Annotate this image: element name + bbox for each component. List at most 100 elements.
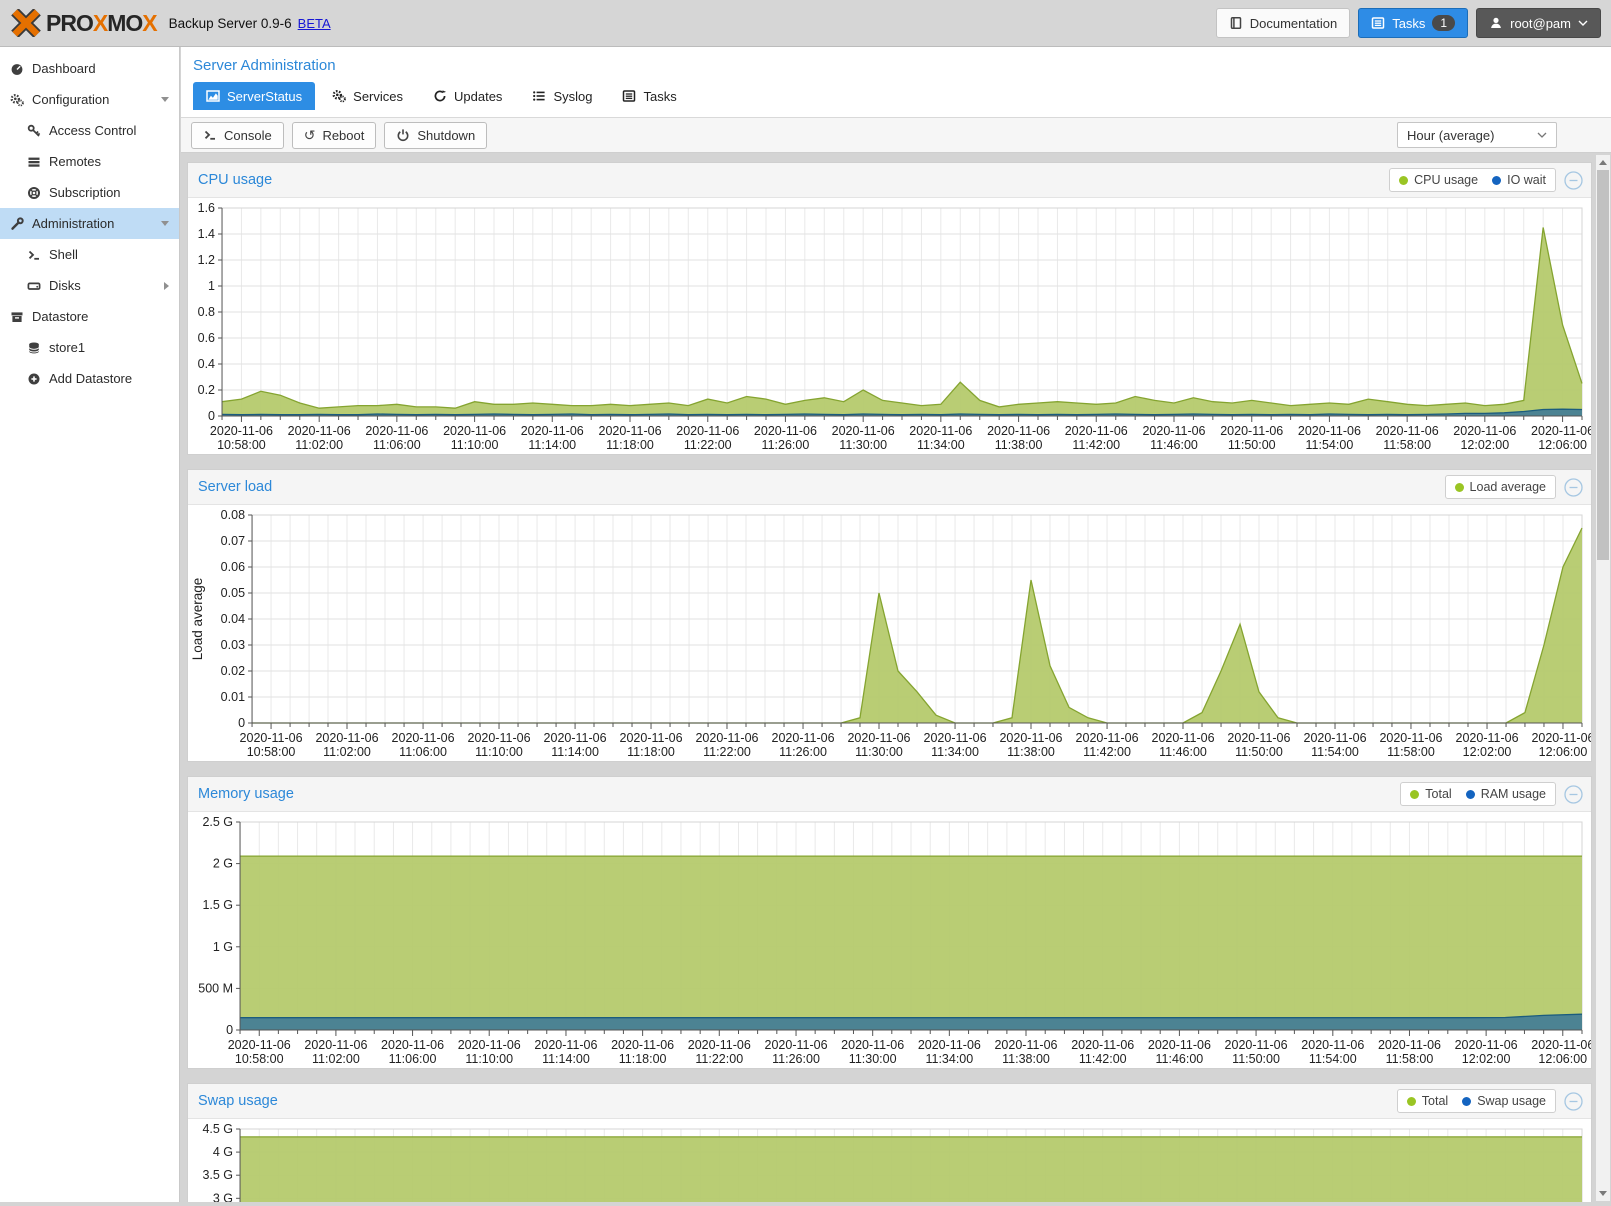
svg-text:0.01: 0.01 xyxy=(221,690,245,704)
tab-serverstatus[interactable]: ServerStatus xyxy=(193,82,315,110)
collapse-icon[interactable] xyxy=(1564,171,1583,190)
topbar: PROXMOX Backup Server 0.9-6 BETA Documen… xyxy=(0,0,1611,47)
svg-text:4 G: 4 G xyxy=(213,1145,233,1159)
shutdown-button[interactable]: Shutdown xyxy=(384,122,487,149)
sidebar-item-subscription[interactable]: Subscription xyxy=(0,177,179,208)
chevron-down-icon xyxy=(1578,20,1588,27)
svg-text:11:42:00: 11:42:00 xyxy=(1079,1052,1127,1066)
swap-usage-panel-header: Swap usage Total Swap usage xyxy=(188,1084,1591,1119)
sidebar-item-remotes[interactable]: Remotes xyxy=(0,146,179,177)
sidebar-item-store1[interactable]: store1 xyxy=(0,332,179,363)
collapse-icon[interactable] xyxy=(1564,1092,1583,1111)
panel-title: Server load xyxy=(198,479,272,495)
collapse-caret-icon[interactable] xyxy=(161,221,169,226)
svg-text:11:26:00: 11:26:00 xyxy=(762,438,810,452)
sidebar-item-shell[interactable]: Shell xyxy=(0,239,179,270)
svg-text:0.03: 0.03 xyxy=(221,638,245,652)
chevron-down-icon xyxy=(1537,132,1547,139)
server-list-icon xyxy=(27,155,41,169)
svg-text:3.5 G: 3.5 G xyxy=(202,1168,233,1182)
server-load-panel: Server load Load average 00.010.020.030.… xyxy=(187,469,1592,762)
sidebar-item-dashboard[interactable]: Dashboard xyxy=(0,53,179,84)
expand-caret-icon[interactable] xyxy=(164,282,169,290)
svg-text:2020-11-06: 2020-11-06 xyxy=(228,1038,291,1052)
collapse-icon[interactable] xyxy=(1564,785,1583,804)
scroll-down-arrow-icon[interactable] xyxy=(1596,1186,1610,1201)
sidebar-item-disks[interactable]: Disks xyxy=(0,270,179,301)
console-button[interactable]: Console xyxy=(191,122,284,149)
tab-updates[interactable]: Updates xyxy=(420,82,515,110)
svg-text:11:38:00: 11:38:00 xyxy=(1007,745,1055,759)
sidebar-item-administration[interactable]: Administration xyxy=(0,208,179,239)
sidebar-item-access-control[interactable]: Access Control xyxy=(0,115,179,146)
swap-usage-panel: Swap usage Total Swap usage 0500 M1 G1.5… xyxy=(187,1083,1592,1202)
legend-item: RAM usage xyxy=(1466,787,1546,801)
svg-text:11:58:00: 11:58:00 xyxy=(1386,1052,1434,1066)
main-content: Server Administration ServerStatus Servi… xyxy=(181,47,1611,1206)
reboot-button[interactable]: ↺ Reboot xyxy=(292,122,377,149)
tabbar: ServerStatus Services Updates xyxy=(193,82,1611,110)
svg-text:12:02:00: 12:02:00 xyxy=(1462,1052,1511,1066)
svg-text:2020-11-06: 2020-11-06 xyxy=(1378,1038,1441,1052)
svg-text:2020-11-06: 2020-11-06 xyxy=(924,731,987,745)
vertical-scrollbar[interactable] xyxy=(1596,155,1610,1201)
sidebar-item-configuration[interactable]: Configuration xyxy=(0,84,179,115)
svg-text:0.06: 0.06 xyxy=(221,560,245,574)
tab-syslog[interactable]: Syslog xyxy=(519,82,605,110)
svg-text:2020-11-06: 2020-11-06 xyxy=(1071,1038,1134,1052)
svg-text:11:42:00: 11:42:00 xyxy=(1083,745,1131,759)
proxmox-wordmark: PROXMOX xyxy=(46,10,157,37)
svg-text:2020-11-06: 2020-11-06 xyxy=(392,731,455,745)
collapse-icon[interactable] xyxy=(1564,478,1583,497)
svg-text:12:06:00: 12:06:00 xyxy=(1538,438,1587,452)
svg-text:2020-11-06: 2020-11-06 xyxy=(918,1038,981,1052)
svg-text:11:14:00: 11:14:00 xyxy=(528,438,576,452)
beta-link[interactable]: BETA xyxy=(298,16,331,31)
svg-text:10:58:00: 10:58:00 xyxy=(217,438,266,452)
charts-region: CPU usage CPU usage IO wait 00.20.40.60.… xyxy=(181,154,1595,1202)
svg-text:2020-11-06: 2020-11-06 xyxy=(1455,1038,1518,1052)
svg-text:2020-11-06: 2020-11-06 xyxy=(987,424,1050,438)
svg-text:2020-11-06: 2020-11-06 xyxy=(841,1038,904,1052)
svg-text:11:02:00: 11:02:00 xyxy=(323,745,371,759)
scrollbar-thumb[interactable] xyxy=(1597,170,1609,560)
svg-text:11:14:00: 11:14:00 xyxy=(551,745,599,759)
proxmox-logo: PROXMOX xyxy=(10,9,157,37)
swap-usage-chart: 0500 M1 G1.5 G2 G2.5 G3 G3.5 G4 G4.5 G20… xyxy=(188,1119,1591,1202)
collapse-caret-icon[interactable] xyxy=(161,97,169,102)
svg-text:2020-11-06: 2020-11-06 xyxy=(598,424,661,438)
svg-text:2020-11-06: 2020-11-06 xyxy=(994,1038,1057,1052)
svg-text:2020-11-06: 2020-11-06 xyxy=(909,424,972,438)
svg-text:2020-11-06: 2020-11-06 xyxy=(1148,1038,1211,1052)
svg-text:2020-11-06: 2020-11-06 xyxy=(521,424,584,438)
tab-services[interactable]: Services xyxy=(319,82,416,110)
svg-text:11:02:00: 11:02:00 xyxy=(312,1052,360,1066)
user-menu-button[interactable]: root@pam xyxy=(1476,8,1601,38)
svg-text:2020-11-06: 2020-11-06 xyxy=(1076,731,1139,745)
book-icon xyxy=(1229,16,1243,30)
key-icon xyxy=(27,124,41,138)
scroll-up-arrow-icon[interactable] xyxy=(1596,155,1610,170)
sidebar-item-datastore[interactable]: Datastore xyxy=(0,301,179,332)
svg-text:1.2: 1.2 xyxy=(198,253,215,267)
svg-text:0.08: 0.08 xyxy=(221,508,245,522)
tab-tasks[interactable]: Tasks xyxy=(609,82,689,110)
svg-text:12:02:00: 12:02:00 xyxy=(1463,745,1512,759)
timeframe-select[interactable]: Hour (average) xyxy=(1397,122,1557,148)
svg-text:12:06:00: 12:06:00 xyxy=(1539,745,1588,759)
svg-text:2020-11-06: 2020-11-06 xyxy=(847,731,910,745)
legend-dot xyxy=(1492,176,1501,185)
svg-text:2020-11-06: 2020-11-06 xyxy=(676,424,739,438)
svg-text:2020-11-06: 2020-11-06 xyxy=(534,1038,597,1052)
svg-text:11:30:00: 11:30:00 xyxy=(849,1052,897,1066)
svg-text:2020-11-06: 2020-11-06 xyxy=(1376,424,1439,438)
cpu-usage-chart: 00.20.40.60.811.21.41.62020-11-0610:58:0… xyxy=(188,198,1591,454)
documentation-button[interactable]: Documentation xyxy=(1216,8,1350,38)
svg-text:0: 0 xyxy=(226,1023,233,1037)
svg-text:11:58:00: 11:58:00 xyxy=(1387,745,1435,759)
svg-text:2020-11-06: 2020-11-06 xyxy=(1531,1038,1591,1052)
sidebar-item-add-datastore[interactable]: Add Datastore xyxy=(0,363,179,394)
tasks-button[interactable]: Tasks 1 xyxy=(1358,8,1468,38)
svg-text:11:34:00: 11:34:00 xyxy=(925,1052,973,1066)
svg-text:2020-11-06: 2020-11-06 xyxy=(443,424,506,438)
